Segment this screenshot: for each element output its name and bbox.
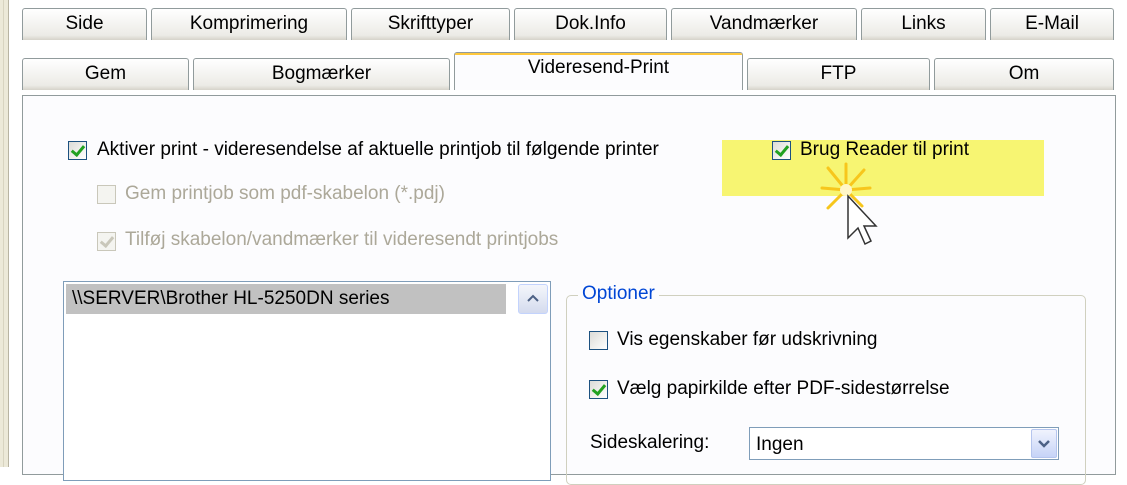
show-properties-checkbox[interactable] <box>589 331 608 350</box>
paper-source-checkbox[interactable] <box>589 380 608 399</box>
chevron-down-icon <box>1038 440 1050 448</box>
show-properties-label: Vis egenskaber før udskrivning <box>617 329 878 350</box>
save-as-template-label: Gem printjob som pdf-skabelon (*.pdj) <box>125 183 445 204</box>
printer-listbox[interactable]: \\SERVER\Brother HL-5250DN series <box>63 281 551 481</box>
tab-komprimering[interactable]: Komprimering <box>151 8 347 40</box>
scroll-up-button[interactable] <box>518 284 548 314</box>
tab-videresend-print[interactable]: Videresend-Print <box>454 52 743 90</box>
paper-source-label: Vælg papirkilde efter PDF-sidestørrelse <box>617 378 950 399</box>
tab-strip: Side Komprimering Skrifttyper Dok.Info V… <box>22 8 1122 98</box>
tab-vandmaerker[interactable]: Vandmærker <box>671 8 857 40</box>
tab-ftp[interactable]: FTP <box>747 58 930 90</box>
tab-e-mail[interactable]: E-Mail <box>990 8 1114 40</box>
tab-links[interactable]: Links <box>861 8 986 40</box>
use-reader-label: Brug Reader til print <box>800 139 969 160</box>
scaling-label: Sideskalering: <box>590 432 710 453</box>
tab-bogmaerker[interactable]: Bogmærker <box>193 58 450 90</box>
tab-side[interactable]: Side <box>22 8 147 40</box>
activate-forward-print-checkbox[interactable] <box>68 141 87 160</box>
scaling-select[interactable]: Ingen <box>749 427 1059 460</box>
click-burst-cursor-icon <box>820 162 878 246</box>
tab-dok-info[interactable]: Dok.Info <box>514 8 667 40</box>
tab-gem[interactable]: Gem <box>22 58 189 90</box>
chevron-up-icon <box>527 294 539 302</box>
save-as-template-checkbox[interactable] <box>97 185 116 204</box>
optioner-group-title: Optioner <box>578 283 659 305</box>
activate-forward-print-label: Aktiver print - videresendelse af aktuel… <box>97 139 659 160</box>
scaling-dropdown-button[interactable] <box>1031 429 1057 458</box>
add-template-watermarks-checkbox[interactable] <box>97 232 116 251</box>
add-template-watermarks-label: Tilføj skabelon/vandmærker til videresen… <box>125 229 559 250</box>
printer-list-item[interactable]: \\SERVER\Brother HL-5250DN series <box>66 284 506 314</box>
tab-skrifttyper[interactable]: Skrifttyper <box>351 8 510 40</box>
use-reader-checkbox[interactable] <box>772 141 791 160</box>
window-left-edge <box>0 0 9 467</box>
scaling-select-value: Ingen <box>756 434 804 455</box>
tab-om[interactable]: Om <box>934 58 1114 90</box>
